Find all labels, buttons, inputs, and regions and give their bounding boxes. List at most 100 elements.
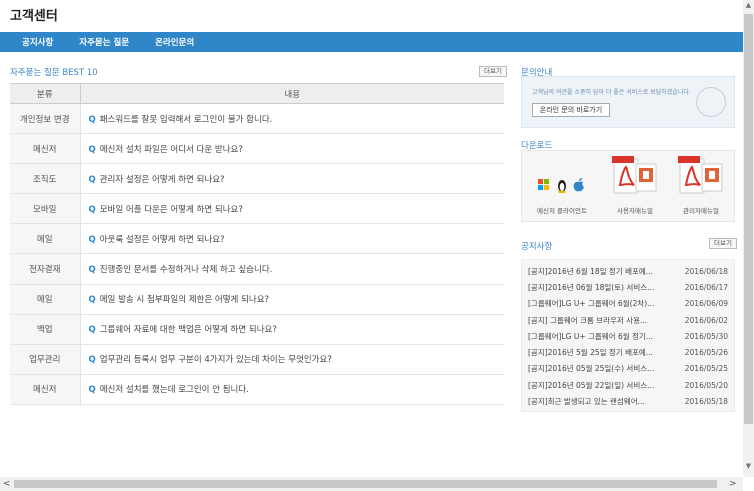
faq-category: 메신저 [10,133,81,165]
notice-title[interactable]: [공지]2016년 06월 18일(토) 서비스... [528,282,654,293]
faq-row[interactable]: 메신저 Q 메신저 설치를 했는데 로그인이 안 됩니다. [10,374,504,405]
faq-row[interactable]: 메신저 Q 메신저 설치 파일은 어디서 다운 받나요? [10,133,504,165]
faq-more-button[interactable]: 더보기 [479,66,507,77]
faq-table-header: 분류 내용 [10,83,504,104]
scroll-down-icon[interactable]: ▼ [743,462,754,470]
inquiry-banner: 고객님의 의견을 소중히 담아 더 좋은 서비스로 보답하겠습니다. 온라인 문… [521,76,735,128]
faq-row[interactable]: 개인정보 변경 Q 패스워드를 잘못 입력해서 로그인이 불가 합니다. [10,103,504,135]
faq-question[interactable]: 업무관리 등록시 업무 구분이 4가지가 있는데 차이는 무엇인가요? [100,355,332,365]
faq-category: 메신저 [10,374,81,405]
nav-tab-online-inquiry[interactable]: 온라인문의 [155,36,194,48]
ppt-icon [701,163,723,192]
notice-item[interactable]: [공지]2016년 05월 25일(수) 서비스... 2016/05/25 [522,361,734,377]
faq-question[interactable]: 패스워드를 잘못 입력해서 로그인이 불가 합니다. [100,115,273,125]
faq-category: 전자결재 [10,253,81,285]
decoration-icon [696,87,726,117]
notice-date: 2016/06/02 [684,315,728,325]
notice-item[interactable]: [공지]2016년 05월 22일(일) 서비스... 2016/05/20 [522,377,734,393]
faq-row[interactable]: 백업 Q 그룹웨어 자료에 대한 백업은 어떻게 하면 되나요? [10,314,504,345]
download-panel: 메신저 클라이언트 사용자매뉴얼 관리자매뉴얼 [521,150,735,222]
notice-item[interactable]: [공지] 그룹웨어 크롬 브라우저 사용... 2016/06/02 [522,312,734,328]
faq-row[interactable]: 메일 Q 메일 발송 시 첨부파일의 제한은 어떻게 되나요? [10,284,504,315]
scroll-left-icon[interactable]: < [3,477,11,491]
faq-question-cell[interactable]: Q 진행중인 문서를 수정하거나 삭제 하고 싶습니다. [80,253,504,285]
question-marker-icon: Q [88,355,96,366]
notice-title[interactable]: [공지]2016년 5월 25일 정기 배포예... [528,347,653,358]
faq-question[interactable]: 아웃룩 설정은 어떻게 하면 되나요? [100,235,225,245]
vertical-scrollbar[interactable]: ▲ ▼ [743,0,754,477]
download-user-manual[interactable]: 사용자매뉴얼 [602,151,668,223]
download-admin-manual[interactable]: 관리자매뉴얼 [668,151,734,223]
nav-tab-faq[interactable]: 자주묻는 질문 [79,36,129,48]
faq-question-cell[interactable]: Q 패스워드를 잘못 입력해서 로그인이 불가 합니다. [80,103,504,135]
faq-category: 개인정보 변경 [10,103,81,135]
faq-question[interactable]: 모바일 어플 다운은 어떻게 하면 되나요? [100,205,243,215]
question-marker-icon: Q [88,144,96,155]
notice-date: 2016/05/26 [684,348,728,358]
faq-question-cell[interactable]: Q 메신저 설치 파일은 어디서 다운 받나요? [80,133,504,165]
faq-question[interactable]: 메일 발송 시 첨부파일의 제한은 어떻게 되나요? [100,295,269,305]
manual-icons [612,156,657,194]
page-title: 고객센터 [10,9,58,24]
faq-question-cell[interactable]: Q 아웃룩 설정은 어떻게 하면 되나요? [80,223,504,255]
question-marker-icon: Q [88,265,96,276]
download-label: 사용자매뉴얼 [617,207,653,215]
faq-row[interactable]: 모바일 Q 모바일 어플 다운은 어떻게 하면 되나요? [10,193,504,225]
horizontal-scroll-thumb[interactable] [14,480,717,488]
nav-tab-notice[interactable]: 공지사항 [22,36,53,48]
faq-row[interactable]: 업무관리 Q 업무관리 등록시 업무 구분이 4가지가 있는데 차이는 무엇인가요? [10,344,504,375]
faq-row[interactable]: 메일 Q 아웃룩 설정은 어떻게 하면 되나요? [10,223,504,255]
download-messenger-client[interactable]: 메신저 클라이언트 [522,151,602,223]
scroll-up-icon[interactable]: ▲ [743,1,754,9]
notice-date: 2016/05/20 [684,380,728,390]
notice-date: 2016/05/30 [684,331,728,341]
faq-question-cell[interactable]: Q 관리자 설정은 어떻게 하면 되나요? [80,163,504,195]
notice-item[interactable]: [공지]최근 발생되고 있는 랜섬웨어... 2016/05/18 [522,393,734,409]
notice-item[interactable]: [공지]2016년 5월 25일 정기 배포예... 2016/05/26 [522,344,734,360]
notice-item[interactable]: [공지]2016년 06월 18일(토) 서비스... 2016/06/17 [522,279,734,295]
notice-date: 2016/06/18 [684,266,728,276]
notice-item[interactable]: [공지]2016년 6월 18일 정기 배포예... 2016/06/18 [522,263,734,279]
faq-category: 백업 [10,314,81,345]
notice-list: [공지]2016년 6월 18일 정기 배포예... 2016/06/18 [공지]… [521,259,735,412]
notice-date: 2016/06/17 [684,282,728,292]
horizontal-scrollbar[interactable]: < > [0,477,743,491]
faq-section-title: 자주묻는 질문 BEST 10 [10,68,98,78]
pdf-icon [612,156,639,194]
faq-question[interactable]: 메신저 설치를 했는데 로그인이 안 됩니다. [100,385,249,395]
faq-question[interactable]: 관리자 설정은 어떻게 하면 되나요? [100,175,225,185]
faq-question-cell[interactable]: Q 업무관리 등록시 업무 구분이 4가지가 있는데 차이는 무엇인가요? [80,344,504,375]
faq-question-cell[interactable]: Q 그룹웨어 자료에 대한 백업은 어떻게 하면 되나요? [80,314,504,345]
notice-item[interactable]: [그룹웨어]LG U+ 그룹웨어 6월(2차)... 2016/06/09 [522,296,734,312]
notice-title[interactable]: [공지]최근 발생되고 있는 랜섬웨어... [528,396,645,407]
notice-title[interactable]: [공지]2016년 05월 25일(수) 서비스... [528,363,654,374]
faq-row[interactable]: 전자결재 Q 진행중인 문서를 수정하거나 삭제 하고 싶습니다. [10,253,504,285]
notice-title[interactable]: [공지]2016년 05월 22일(일) 서비스... [528,380,654,391]
faq-category: 메일 [10,284,81,315]
notice-title[interactable]: [공지]2016년 6월 18일 정기 배포예... [528,266,653,277]
faq-question[interactable]: 메신저 설치 파일은 어디서 다운 받나요? [100,145,243,155]
notice-item[interactable]: [그룹웨어]LG U+ 그룹웨어 6월 정기... 2016/05/30 [522,328,734,344]
apple-icon [573,178,584,192]
faq-question-cell[interactable]: Q 모바일 어플 다운은 어떻게 하면 되나요? [80,193,504,225]
faq-category: 메일 [10,223,81,255]
faq-question-cell[interactable]: Q 메신저 설치를 했는데 로그인이 안 됩니다. [80,374,504,405]
scroll-right-icon[interactable]: > [729,477,737,491]
faq-category: 모바일 [10,193,81,225]
notice-title[interactable]: [공지] 그룹웨어 크롬 브라우저 사용... [528,315,647,326]
download-label: 관리자매뉴얼 [683,207,719,215]
faq-question-cell[interactable]: Q 메일 발송 시 첨부파일의 제한은 어떻게 되나요? [80,284,504,315]
inquiry-message: 고객님의 의견을 소중히 담아 더 좋은 서비스로 보답하겠습니다. [532,89,691,96]
question-marker-icon: Q [88,204,96,215]
notice-title[interactable]: [그룹웨어]LG U+ 그룹웨어 6월 정기... [528,331,653,342]
faq-row[interactable]: 조직도 Q 관리자 설정은 어떻게 하면 되나요? [10,163,504,195]
notice-more-button[interactable]: 더보기 [709,238,737,249]
notice-title[interactable]: [그룹웨어]LG U+ 그룹웨어 6월(2차)... [528,298,654,309]
vertical-scroll-thumb[interactable] [744,14,753,424]
online-inquiry-button[interactable]: 온라인 문의 바로가기 [532,103,610,117]
faq-question[interactable]: 진행중인 문서를 수정하거나 삭제 하고 싶습니다. [100,265,273,275]
faq-question[interactable]: 그룹웨어 자료에 대한 백업은 어떻게 하면 되나요? [100,325,277,335]
pdf-icon [678,156,705,194]
question-marker-icon: Q [88,114,96,125]
notice-date: 2016/05/18 [684,397,728,407]
